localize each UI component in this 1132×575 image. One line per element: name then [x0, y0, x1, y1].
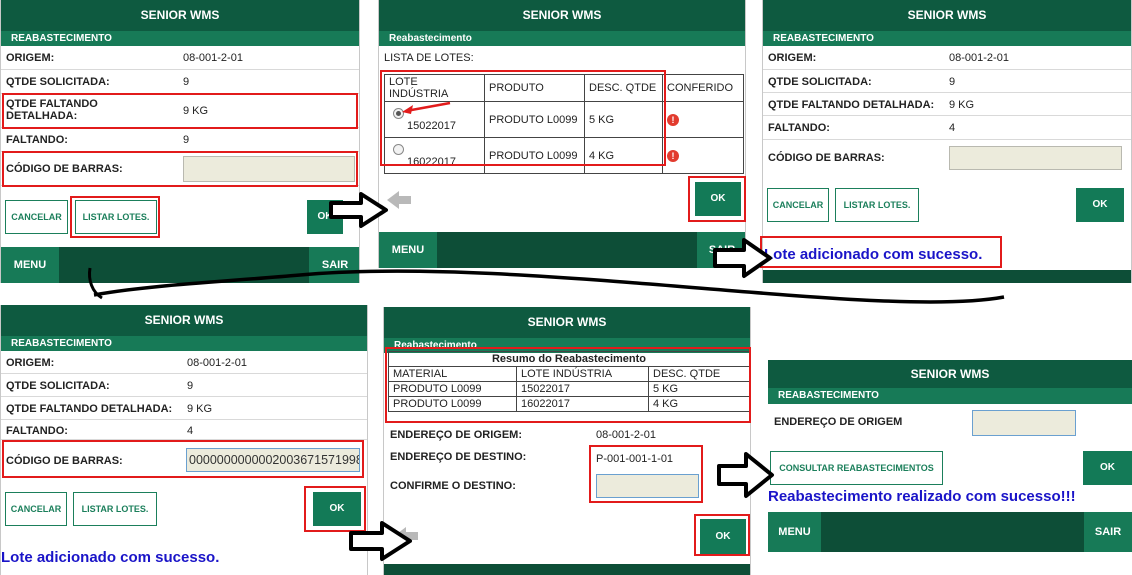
origem-value: 08-001-2-01	[949, 52, 1009, 64]
faltando-value: 4	[187, 425, 194, 437]
annotation-arrow-icon	[402, 101, 451, 114]
qtde-faltando-label: QTDE FALTANDO DETALHADA:	[6, 403, 173, 415]
cancel-button[interactable]: CANCELAR	[5, 200, 68, 234]
faltando-row: FALTANDO: 9	[1, 128, 359, 152]
qtde-solicitada-label: QTDE SOLICITADA:	[6, 380, 110, 392]
origem-row: ORIGEM: 08-001-2-01	[1, 351, 367, 374]
qtde-solicitada-value: 9	[183, 76, 190, 88]
app-header: SENIOR WMS	[379, 0, 745, 31]
origin-address-value: 08-001-2-01	[596, 429, 656, 441]
highlight-barcode	[2, 151, 358, 187]
qtde-faltando-row: QTDE FALTANDO DETALHADA: 9 KG	[763, 93, 1131, 116]
ok-button[interactable]: OK	[1083, 451, 1132, 485]
qtde-solicitada-label: QTDE SOLICITADA:	[768, 76, 872, 88]
screen-6: SENIOR WMS REABASTECIMENTO ENDEREÇO DE O…	[768, 360, 1132, 555]
highlight-ok	[694, 514, 750, 556]
destination-address-label: ENDEREÇO DE DESTINO:	[390, 451, 527, 463]
list-lots-button[interactable]: LISTAR LOTES.	[73, 492, 157, 526]
faltando-value: 9	[183, 134, 190, 146]
exit-button[interactable]: SAIR	[1084, 512, 1132, 552]
origem-value: 08-001-2-01	[183, 52, 243, 64]
origin-address-label: ENDEREÇO DE ORIGEM:	[390, 429, 523, 441]
section-header: REABASTECIMENTO	[763, 31, 1131, 46]
success-message: Reabastecimento realizado com sucesso!!!	[768, 488, 1076, 505]
qtde-faltando-value: 9 KG	[187, 403, 213, 415]
highlight-summary	[385, 347, 751, 423]
origin-address-label: ENDEREÇO DE ORIGEM	[774, 416, 903, 428]
footer-bar: MENU SAIR	[768, 512, 1132, 552]
menu-button[interactable]: MENU	[768, 512, 821, 552]
qtde-faltando-label: QTDE FALTANDO DETALHADA:	[768, 99, 935, 111]
consult-button[interactable]: CONSULTAR REABASTECIMENTOS	[770, 451, 943, 485]
app-header: SENIOR WMS	[1, 305, 367, 336]
section-header: REABASTECIMENTO	[1, 31, 359, 46]
qtde-solicitada-row: QTDE SOLICITADA: 9	[1, 70, 359, 94]
qtde-faltando-value: 9 KG	[949, 99, 975, 111]
warning-icon: !	[667, 113, 679, 126]
flow-arrow-icon	[349, 521, 412, 561]
conferido-cell: !	[662, 101, 744, 138]
app-header: SENIOR WMS	[768, 360, 1132, 388]
footer-bar: MENU SAIR	[379, 232, 745, 268]
confirm-destination-label: CONFIRME O DESTINO:	[390, 480, 516, 492]
highlight-destination	[589, 445, 703, 503]
faltando-label: FALTANDO:	[6, 134, 68, 146]
footer-bar	[763, 270, 1131, 283]
highlight-list-lots	[70, 196, 160, 238]
section-header: Reabastecimento	[379, 31, 745, 46]
col-conferido: CONFERIDO	[662, 74, 744, 102]
list-lots-button[interactable]: LISTAR LOTES.	[835, 188, 919, 222]
qtde-solicitada-row: QTDE SOLICITADA: 9	[763, 70, 1131, 93]
app-header: SENIOR WMS	[384, 307, 750, 338]
highlight-barcode	[2, 440, 364, 478]
footer-bar: MENU SAIR	[1, 247, 359, 283]
success-message: Lote adicionado com sucesso.	[1, 549, 220, 566]
qtde-faltando-row: QTDE FALTANDO DETALHADA: 9 KG	[1, 397, 367, 420]
section-header: REABASTECIMENTO	[768, 388, 1132, 404]
exit-button[interactable]: SAIR	[309, 247, 359, 283]
menu-button[interactable]: MENU	[1, 247, 59, 283]
flow-arrow-icon	[717, 452, 774, 498]
footer-bar	[384, 564, 750, 575]
conferido-cell: !	[662, 137, 744, 174]
origem-label: ORIGEM:	[768, 52, 817, 64]
cancel-button[interactable]: CANCELAR	[767, 188, 829, 222]
faltando-row: FALTANDO: 4	[763, 116, 1131, 140]
app-header: SENIOR WMS	[763, 0, 1131, 31]
lots-list-label: LISTA DE LOTES:	[384, 52, 474, 64]
faltando-label: FALTANDO:	[768, 122, 830, 134]
highlight-qtde-faltando	[2, 93, 358, 129]
warning-icon: !	[667, 149, 679, 162]
origem-label: ORIGEM:	[6, 357, 55, 369]
faltando-value: 4	[949, 122, 956, 134]
faltando-label: FALTANDO:	[6, 425, 68, 437]
barcode-input[interactable]	[949, 146, 1122, 170]
screen-1: SENIOR WMS REABASTECIMENTO ORIGEM: 08-00…	[0, 0, 360, 283]
app-header: SENIOR WMS	[1, 0, 359, 31]
flow-arrow-icon	[329, 192, 388, 228]
barcode-label: CÓDIGO DE BARRAS:	[768, 152, 885, 164]
qtde-solicitada-value: 9	[187, 380, 194, 392]
highlight-message	[760, 236, 1002, 268]
ok-button[interactable]: OK	[1076, 188, 1124, 222]
highlight-ok	[688, 176, 746, 222]
qtde-solicitada-value: 9	[949, 76, 956, 88]
section-header: REABASTECIMENTO	[1, 336, 367, 351]
origem-label: ORIGEM:	[6, 52, 55, 64]
flow-arrow-icon	[713, 238, 772, 278]
cancel-button[interactable]: CANCELAR	[5, 492, 67, 526]
qtde-solicitada-label: QTDE SOLICITADA:	[6, 76, 110, 88]
origem-row: ORIGEM: 08-001-2-01	[1, 46, 359, 70]
origem-row: ORIGEM: 08-001-2-01	[763, 46, 1131, 70]
origem-value: 08-001-2-01	[187, 357, 247, 369]
menu-button[interactable]: MENU	[379, 232, 437, 268]
origin-address-input[interactable]	[972, 410, 1076, 436]
qtde-solicitada-row: QTDE SOLICITADA: 9	[1, 374, 367, 397]
faltando-row: FALTANDO: 4	[1, 420, 367, 440]
